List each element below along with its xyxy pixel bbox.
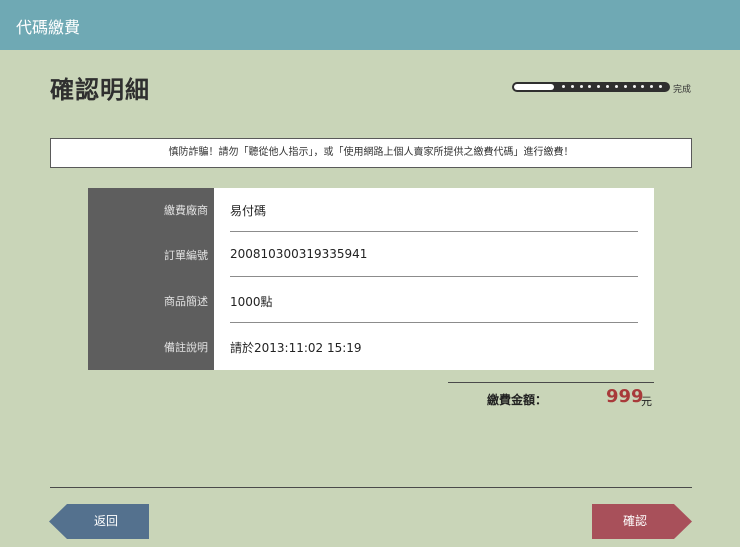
detail-row: 訂單編號 20081030031933594​1 — [88, 233, 654, 277]
detail-label: 繳費廠商 — [164, 204, 208, 217]
row-divider — [230, 322, 638, 323]
detail-row: 商品簡述 1000點 — [88, 279, 654, 323]
detail-value: 1000點 — [230, 295, 273, 309]
amount-value: 999 — [606, 386, 644, 407]
page-title: 確認明細 — [50, 76, 150, 104]
detail-label: 商品簡述 — [164, 295, 208, 308]
row-divider — [230, 231, 638, 232]
progress-label: 完成 — [673, 85, 692, 95]
detail-value: 20081030031933594​1 — [230, 247, 368, 261]
fraud-warning: 慎防詐騙！請勿「聽從他人指示」，或「使用網路上個人賣家所提供之繳費代碼」進行繳費… — [50, 138, 692, 168]
progress-fill — [514, 84, 554, 90]
top-bar: 代碼繳費 — [0, 0, 740, 50]
row-divider — [230, 276, 638, 277]
progress-bar — [512, 82, 670, 92]
amount-unit: 元 — [641, 395, 652, 408]
footer-divider — [50, 487, 692, 488]
progress-dots — [562, 85, 662, 89]
amount-label: 繳費金額： — [487, 393, 548, 407]
app-title: 代碼繳費 — [16, 18, 81, 37]
amount-divider — [448, 382, 654, 383]
back-button[interactable]: 返回 — [49, 504, 149, 539]
detail-row: 備註說明 請於2013:11:02 15:19 — [88, 325, 654, 369]
confirm-button[interactable]: 確認 — [592, 504, 692, 539]
detail-table: 繳費廠商 易付碼 訂單編號 20081030031933594​1 商品簡述 1… — [88, 188, 654, 370]
detail-label: 訂單編號 — [164, 249, 208, 262]
detail-value: 請於2013:11:02 15:19 — [230, 341, 362, 355]
detail-row: 繳費廠商 易付碼 — [88, 188, 654, 232]
detail-label: 備註說明 — [164, 341, 208, 354]
detail-value: 易付碼 — [230, 204, 267, 218]
